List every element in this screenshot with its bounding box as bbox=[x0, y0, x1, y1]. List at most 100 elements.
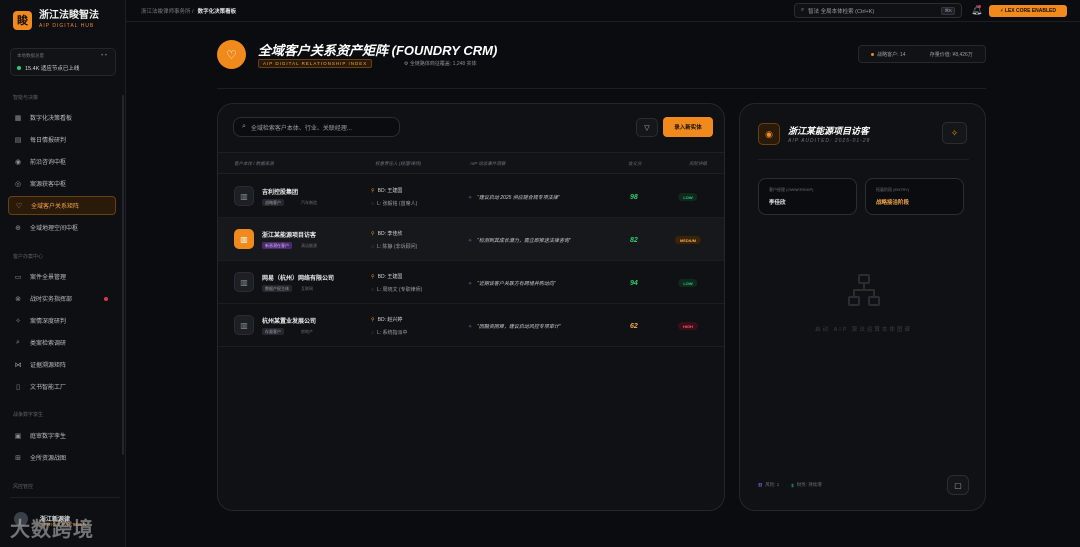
table-row[interactable]: ▥ 网易（杭州）网络有限公司 数据产权主体 互联网 ⚲ BD: 王建国 ◌ L: 周… bbox=[218, 261, 724, 304]
nav-group-twin: 战争数字孪生 bbox=[13, 412, 44, 418]
stat-strategic-clients: 战略客户: 14 bbox=[871, 51, 905, 58]
notification-dot bbox=[104, 296, 108, 301]
status-badge: LOW bbox=[678, 279, 698, 287]
nav-group-risk: 风控管控 bbox=[13, 484, 34, 490]
user-icon: ⚲ bbox=[371, 231, 375, 237]
client-tag: 战略客户 bbox=[262, 199, 284, 206]
sidebar-item-resource-map[interactable]: ⊞ 全所资源战图 bbox=[8, 448, 116, 467]
display-icon: ▣ bbox=[14, 432, 22, 440]
client-search-input[interactable]: ⌕ 全域检索客户本体、行业、关联经理... bbox=[233, 117, 400, 137]
sparkle-icon: ✧ bbox=[468, 195, 473, 201]
import-entity-button[interactable]: 录入新实体 bbox=[663, 117, 713, 137]
nav-group-intelligence: 智能与决策 bbox=[13, 95, 39, 101]
breadcrumb-parent[interactable]: 浙江法睃律师事务所 / bbox=[141, 9, 194, 15]
col-risk[interactable]: 风险评级 bbox=[689, 161, 707, 167]
sidebar-item-case-search[interactable]: ⌕ 类案检索调研 bbox=[8, 333, 116, 352]
sidebar-item-geo[interactable]: ⊕ 全域地理空间中枢 bbox=[8, 218, 116, 237]
status-more-icon[interactable]: • • bbox=[101, 53, 107, 59]
heart-icon: ♡ bbox=[15, 202, 23, 210]
shield-icon: ◌ bbox=[371, 287, 374, 293]
status-badge: HIGH bbox=[678, 322, 698, 330]
col-insight[interactable]: AIP 动态事件洞察 bbox=[470, 161, 505, 167]
shield-icon: ◌ bbox=[371, 244, 374, 250]
header-divider bbox=[217, 88, 986, 89]
eye-icon: ◉ bbox=[14, 158, 22, 166]
score: 98 bbox=[630, 194, 638, 201]
filter-icon: ▽ bbox=[644, 124, 650, 132]
client-table-panel: ⌕ 全域检索客户本体、行业、关联经理... ▽ 录入新实体 客户本体 / 数据来源… bbox=[217, 103, 725, 511]
ai-sparkle-button[interactable]: ✧ bbox=[942, 122, 967, 144]
score: 62 bbox=[630, 323, 638, 330]
detail-audit-date: AIP AUDITED: 2025-01-28 bbox=[788, 138, 871, 144]
sidebar: 睃 浙江法睃智法 AIP DIGITAL HUB 本地数据总量 • • 15.4… bbox=[0, 0, 126, 547]
app-root: 睃 浙江法睃智法 AIP DIGITAL HUB 本地数据总量 • • 15.4… bbox=[0, 0, 1080, 547]
global-search-input[interactable]: ⌕ 智法 全局本体检索 (Ctrl+K) ⌘K bbox=[794, 3, 962, 18]
chat-button[interactable]: ▢ bbox=[947, 475, 969, 495]
client-tag: 存量客户 bbox=[262, 328, 284, 335]
filter-button[interactable]: ▽ bbox=[636, 118, 658, 137]
lex-core-badge[interactable]: ⚡ LEX CORE ENABLED bbox=[989, 5, 1067, 17]
table-row[interactable]: ▥ 杭州某置业发展公司 存量客户 房地产 ⚲ BD: 赵兴婷 ◌ L: 系统指派中 … bbox=[218, 304, 724, 347]
user-icon: ⚲ bbox=[371, 274, 375, 280]
brand-subtitle: AIP DIGITAL HUB bbox=[39, 23, 95, 29]
topbar: 浙江法睃律师事务所 / 数字化决策看板 ⌕ 智法 全局本体检索 (Ctrl+K) ⌘K… bbox=[126, 0, 1080, 22]
sidebar-item-case-mgmt[interactable]: ▭ 案件全景管理 bbox=[8, 267, 116, 286]
sidebar-item-court-twin[interactable]: ▣ 庭审数字孪生 bbox=[8, 426, 116, 445]
owner-card: 客户经理 (OWNERSHIP) 李佳欣 bbox=[758, 178, 857, 215]
file-icon: ▯ bbox=[16, 383, 20, 391]
building-icon: ▥ bbox=[234, 186, 254, 206]
breadcrumb-current: 数字化决策看板 bbox=[197, 9, 237, 15]
coverage-meta: ⚙ 全链路体商征覆盖: 1,248 实体 bbox=[404, 61, 477, 67]
score: 94 bbox=[630, 280, 638, 287]
user-icon: ◉ bbox=[758, 123, 780, 145]
sidebar-item-leads[interactable]: ◎ 案源获客中枢 bbox=[8, 174, 116, 193]
building-icon: ▥ bbox=[234, 229, 254, 249]
sidebar-item-command[interactable]: ⊗ 战时实务指挥部 bbox=[8, 289, 116, 308]
watermark: 大数跨境 bbox=[10, 519, 94, 541]
detail-footer: ▥ 风险: 1 $ 财务: 持续增 bbox=[758, 482, 822, 488]
network-icon: ⋈ bbox=[14, 361, 22, 369]
brand[interactable]: 睃 浙江法睃智法 AIP DIGITAL HUB bbox=[13, 10, 99, 30]
stage-card: 拓展阶段 (ENTRY) 战略接洽阶段 bbox=[865, 178, 964, 215]
sidebar-item-evidence[interactable]: ⋈ 证据溯源矩阵 bbox=[8, 355, 116, 374]
nav-group-cases: 客户办案中心 bbox=[13, 254, 44, 260]
sidebar-item-dashboard[interactable]: ▦ 数字化决策看板 bbox=[8, 108, 116, 127]
search-icon: ⌕ bbox=[16, 338, 20, 346]
client-detail-panel: ◉ 浙江某能源项目访客 AIP AUDITED: 2025-01-28 ✧ 客户… bbox=[739, 103, 986, 511]
doc-icon: ▤ bbox=[14, 136, 22, 144]
table-row[interactable]: ▥ 吉利控股集团 战略客户 汽车制造 ⚲ BD: 王建国 ◌ L: 张毅铭 (首席人… bbox=[218, 175, 724, 218]
header-stats: 战略客户: 14 存量价值: ¥8,426万 bbox=[858, 45, 986, 63]
grid-icon: ▦ bbox=[14, 114, 22, 122]
col-score[interactable]: 信义分 bbox=[628, 161, 642, 167]
stat-asset-value: 存量价值: ¥8,426万 bbox=[929, 51, 973, 58]
shield-icon: ◌ bbox=[371, 330, 374, 336]
search-icon: ⌕ bbox=[801, 7, 805, 13]
page-tag: AIP DIGITAL RELATIONSHIP INDEX bbox=[258, 59, 373, 68]
status-badge: MEDIUM bbox=[674, 236, 702, 244]
sidebar-scrollbar[interactable] bbox=[122, 95, 124, 455]
crm-heart-icon: ♡ bbox=[217, 40, 246, 69]
score: 82 bbox=[630, 237, 638, 244]
col-owner[interactable]: 权重责任人 (经理/律师) bbox=[375, 161, 421, 167]
placeholder-text: 启动 AIP 算法运算本体图谱 bbox=[815, 327, 912, 333]
dollar-icon: $ bbox=[791, 482, 794, 488]
page-title: 全域客户关系资产矩阵 (FOUNDRY CRM) bbox=[258, 43, 498, 58]
network-icon bbox=[847, 274, 880, 306]
sidebar-item-daily-intel[interactable]: ▤ 每日情报研判 bbox=[8, 130, 116, 149]
sidebar-item-crm[interactable]: ♡ 全域客户关系矩阵 bbox=[8, 196, 116, 215]
table-row[interactable]: ▥ 浙江某能源项目访客 新晋潜在客户 清洁能源 ⚲ BD: 李佳欣 ◌ L: 陈静 … bbox=[218, 218, 724, 261]
building-icon: ▥ bbox=[758, 482, 763, 487]
sparkle-icon: ✧ bbox=[950, 127, 959, 138]
sidebar-item-frontier[interactable]: ◉ 前沿咨询中枢 bbox=[8, 152, 116, 171]
sparkle-icon: ✧ bbox=[468, 281, 473, 287]
building-icon: ▥ bbox=[234, 315, 254, 335]
shortcut-hint: ⌘K bbox=[941, 7, 955, 15]
client-tag: 数据产权主体 bbox=[262, 285, 292, 292]
chat-icon: ▢ bbox=[954, 480, 962, 490]
status-online-dot bbox=[17, 66, 21, 70]
building-icon: ▥ bbox=[234, 272, 254, 292]
sidebar-item-analysis[interactable]: ✧ 案情深度研判 bbox=[8, 311, 116, 330]
sidebar-item-docs[interactable]: ▯ 文书智能工厂 bbox=[8, 377, 116, 396]
col-client[interactable]: 客户本体 / 数据来源 bbox=[234, 161, 274, 167]
detail-divider bbox=[758, 159, 969, 160]
